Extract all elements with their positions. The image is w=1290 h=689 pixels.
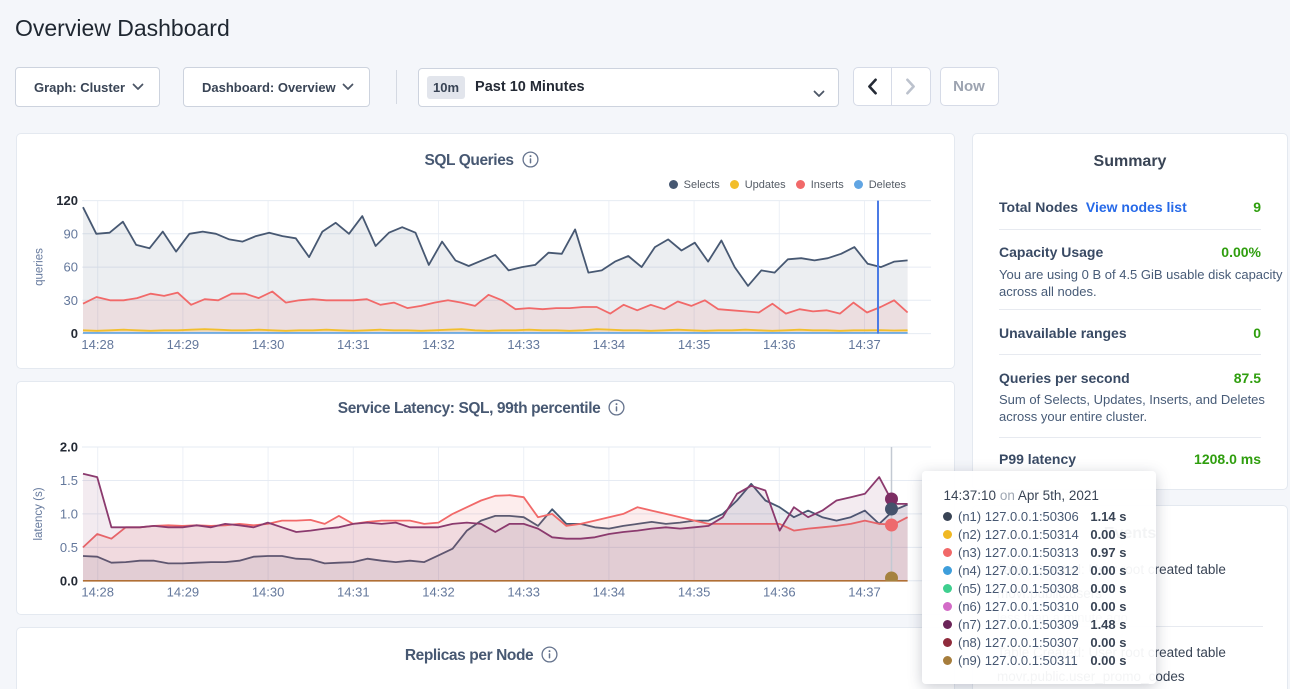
svg-text:14:33: 14:33	[507, 337, 540, 352]
svg-text:14:30: 14:30	[252, 337, 285, 352]
svg-text:14:31: 14:31	[337, 337, 370, 352]
svg-text:14:37: 14:37	[848, 584, 881, 599]
svg-text:14:35: 14:35	[678, 337, 711, 352]
svg-text:14:30: 14:30	[252, 584, 285, 599]
svg-text:14:37: 14:37	[848, 337, 881, 352]
svg-text:14:29: 14:29	[167, 337, 200, 352]
svg-text:60: 60	[64, 260, 78, 275]
svg-text:14:33: 14:33	[507, 584, 540, 599]
svg-text:0.5: 0.5	[60, 540, 78, 555]
svg-text:14:34: 14:34	[593, 337, 626, 352]
svg-text:0: 0	[71, 326, 78, 341]
svg-text:0.0: 0.0	[60, 573, 78, 588]
svg-text:14:29: 14:29	[167, 584, 200, 599]
svg-text:2.0: 2.0	[60, 440, 78, 455]
svg-text:90: 90	[64, 226, 78, 241]
svg-text:1.5: 1.5	[60, 473, 78, 488]
svg-text:1.0: 1.0	[60, 506, 78, 521]
svg-text:queries: queries	[34, 248, 46, 286]
svg-text:latency (s): latency (s)	[33, 487, 45, 540]
svg-text:14:36: 14:36	[763, 337, 796, 352]
svg-text:14:36: 14:36	[763, 584, 796, 599]
svg-text:14:31: 14:31	[337, 584, 370, 599]
svg-text:14:28: 14:28	[81, 584, 114, 599]
svg-text:14:32: 14:32	[422, 584, 455, 599]
svg-text:14:32: 14:32	[422, 337, 455, 352]
svg-text:120: 120	[56, 193, 78, 208]
svg-text:14:28: 14:28	[81, 337, 114, 352]
svg-text:14:35: 14:35	[678, 584, 711, 599]
svg-text:30: 30	[64, 293, 78, 308]
svg-text:14:34: 14:34	[593, 584, 626, 599]
